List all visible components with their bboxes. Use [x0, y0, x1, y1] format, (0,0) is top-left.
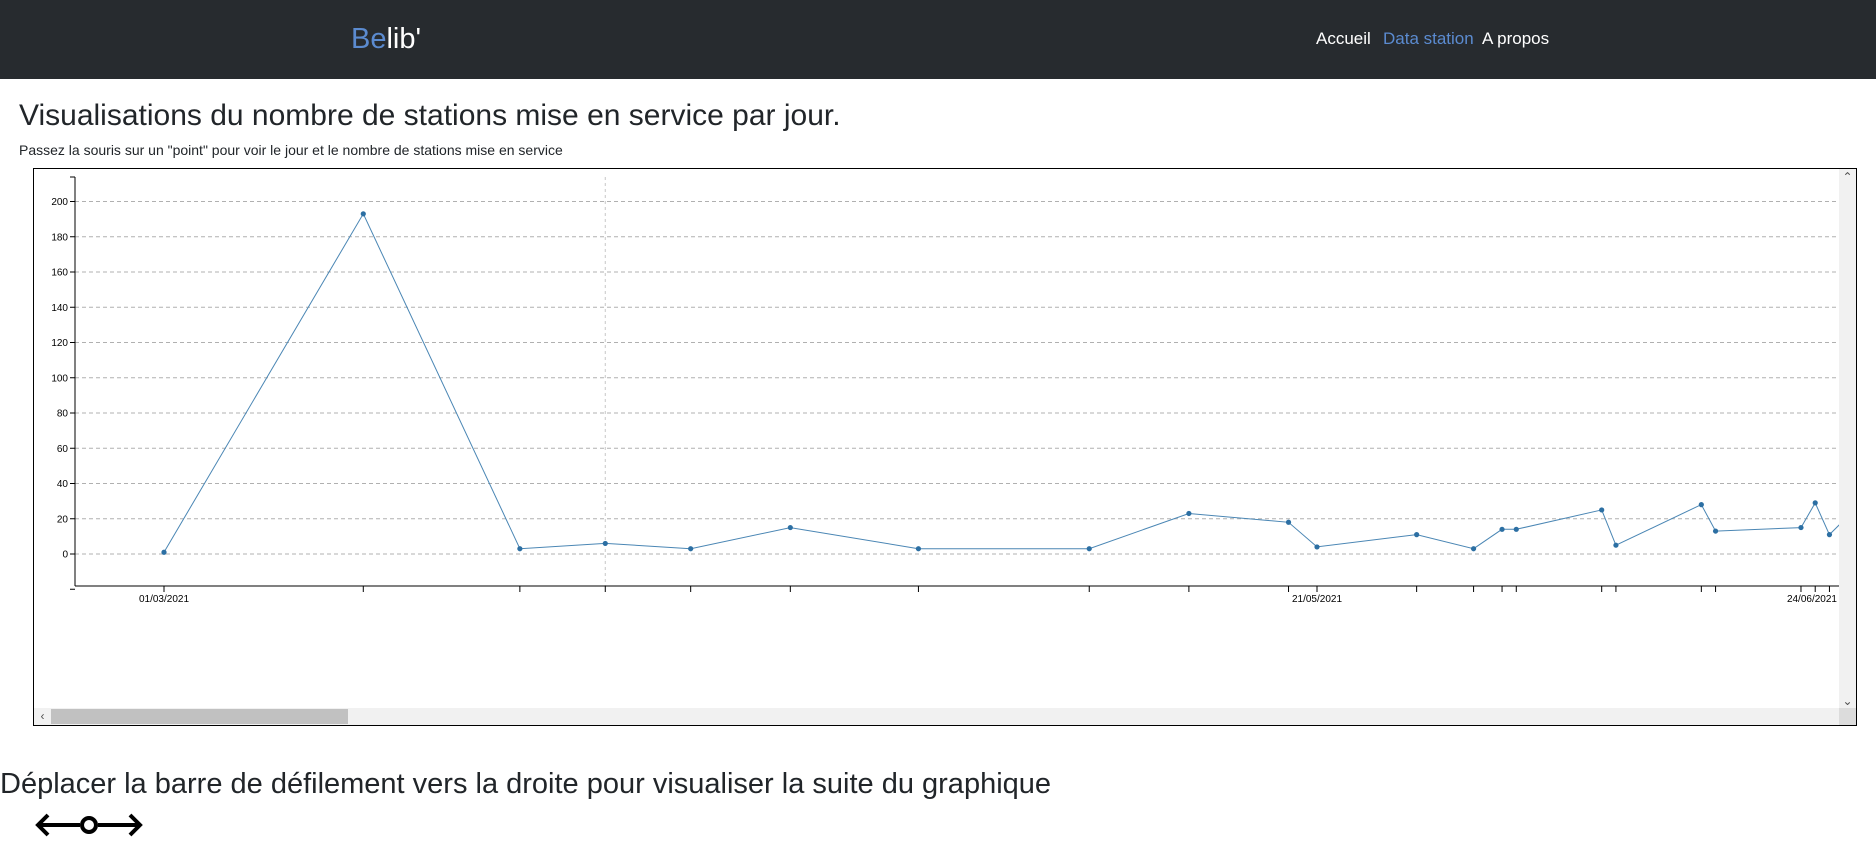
x-tick-label: 24/06/2021: [1787, 594, 1837, 605]
arrow-left-icon[interactable]: ‹: [34, 708, 51, 725]
data-point[interactable]: [1314, 544, 1320, 550]
y-tick-label: 180: [51, 232, 68, 243]
data-point[interactable]: [1599, 507, 1605, 513]
horizontal-scrollbar[interactable]: ‹ ›: [34, 708, 1856, 725]
data-point[interactable]: [1513, 526, 1519, 532]
data-point[interactable]: [602, 540, 608, 547]
nav-link-accueil[interactable]: Accueil: [1316, 29, 1371, 49]
data-point[interactable]: [1798, 524, 1804, 531]
data-point[interactable]: [360, 211, 366, 217]
data-point[interactable]: [915, 546, 922, 552]
x-tick-label: 21/05/2021: [1292, 594, 1342, 605]
data-point[interactable]: [787, 524, 793, 531]
brand-prefix: Be: [351, 23, 387, 55]
line-chart: 0 20 40 60 80 100 120 140 160 180 200 01/03/2021 21/…: [51, 176, 1839, 605]
y-tick-label: 80: [57, 409, 69, 420]
scrollbar-corner: [1839, 708, 1856, 725]
nav-link-a-propos[interactable]: A propos: [1482, 29, 1549, 49]
y-tick-label: 0: [62, 550, 68, 561]
navbar: Belib' Accueil Data station A propos: [0, 0, 1876, 79]
horizontal-drag-icon: [35, 813, 143, 837]
y-tick-label: 120: [51, 338, 68, 349]
y-tick-label: 20: [57, 514, 69, 525]
scroll-hint: Déplacer la barre de défilement vers la …: [0, 768, 1052, 800]
chevron-up-icon[interactable]: ⌃: [1839, 169, 1856, 186]
y-tick-label: 40: [57, 479, 69, 490]
vertical-scrollbar[interactable]: ⌃ ⌄: [1839, 169, 1856, 710]
page-title: Visualisations du nombre de stations mis…: [19, 99, 841, 132]
page-subtitle: Passez la souris sur un "point" pour voi…: [19, 142, 563, 158]
data-point[interactable]: [688, 546, 694, 552]
data-point[interactable]: [1698, 502, 1704, 508]
y-tick-label: 160: [51, 268, 68, 279]
data-point[interactable]: [1826, 532, 1833, 538]
data-point[interactable]: [517, 546, 523, 552]
data-point[interactable]: [1712, 528, 1719, 534]
data-point[interactable]: [1499, 526, 1505, 532]
data-point[interactable]: [1812, 500, 1818, 506]
data-point[interactable]: [1086, 546, 1092, 552]
x-tick-label: 01/03/2021: [139, 594, 189, 605]
data-point[interactable]: [1186, 510, 1192, 517]
y-tick-label: 200: [51, 197, 68, 208]
y-tick-label: 100: [51, 373, 68, 384]
data-point[interactable]: [1613, 542, 1619, 548]
chart-scroll-container[interactable]: 0 20 40 60 80 100 120 140 160 180 200 01/03/2021 21/…: [33, 168, 1857, 726]
brand-suffix: lib': [386, 23, 422, 55]
brand-logo[interactable]: Belib': [351, 20, 421, 58]
scrollbar-thumb[interactable]: [51, 709, 348, 724]
y-tick-label: 60: [57, 444, 69, 455]
data-point[interactable]: [1470, 546, 1477, 552]
data-point[interactable]: [1285, 519, 1292, 525]
series-line: [163, 212, 1839, 553]
nav-link-data-station[interactable]: Data station: [1383, 29, 1474, 49]
data-point[interactable]: [1414, 532, 1420, 538]
data-point[interactable]: [161, 549, 167, 555]
y-tick-label: 140: [51, 303, 68, 314]
